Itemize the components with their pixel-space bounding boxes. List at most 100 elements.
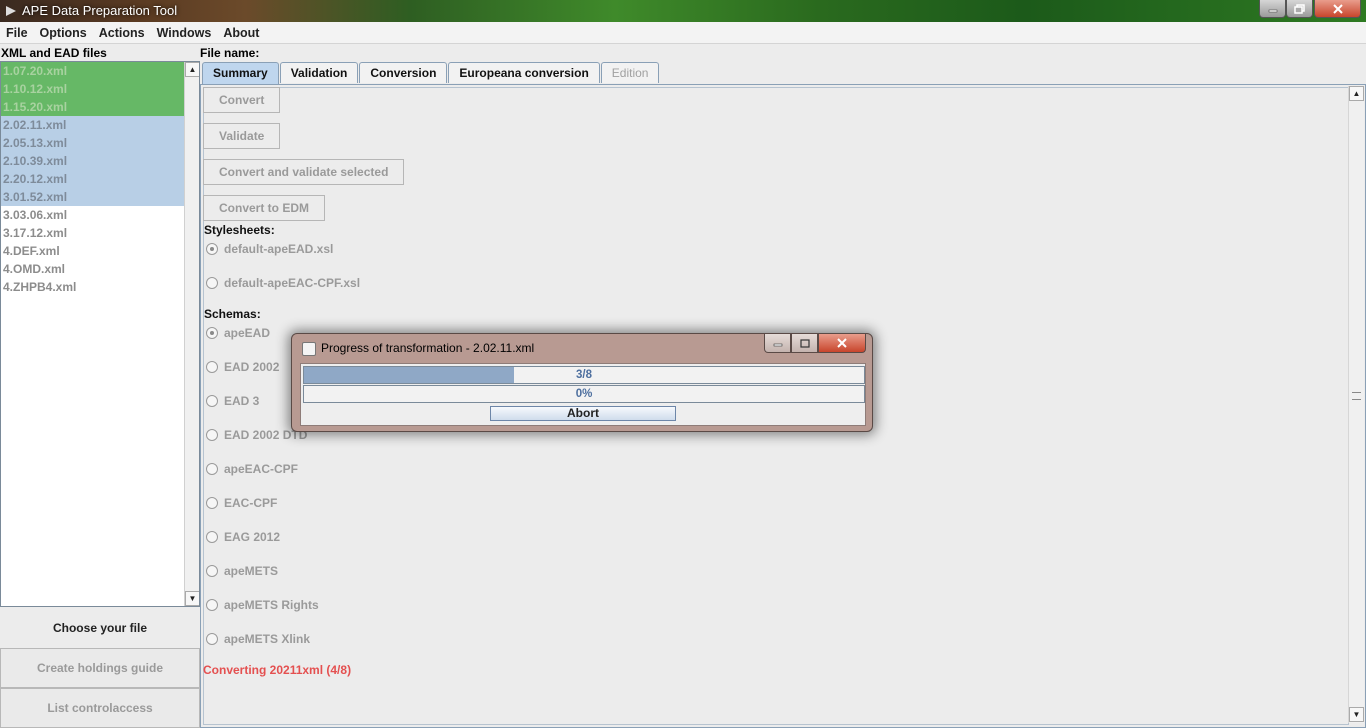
conversion-status-text: Converting 20211xml (4/8) [203,663,352,677]
close-icon [1332,3,1343,14]
tab-conversion[interactable]: Conversion [359,62,448,83]
overall-progress-bar: 3/8 [303,366,865,384]
radio-icon [206,599,218,611]
dialog-minimize-button[interactable] [764,334,791,353]
file-list[interactable]: 1.07.20.xml 1.10.12.xml 1.15.20.xml 2.02.11… [0,61,200,607]
stylesheet-label: default-apeEAD.xsl [224,242,334,256]
schema-option[interactable]: EAD 2002 [206,360,279,374]
radio-icon [206,277,218,289]
menu-actions[interactable]: Actions [93,26,151,40]
menu-windows[interactable]: Windows [151,26,218,40]
stylesheets-label: Stylesheets: [204,223,275,237]
summary-scroll-up-icon[interactable]: ▲ [1349,86,1364,101]
abort-button[interactable]: Abort [490,406,676,421]
schema-label: EAD 2002 [224,360,280,374]
schema-option[interactable]: apeMETS Rights [206,598,319,612]
schema-label: apeMETS [224,564,279,578]
close-button[interactable] [1314,0,1361,18]
file-progress-bar: 0% [303,385,865,403]
radio-checked-icon [206,243,218,255]
close-icon [837,338,847,348]
summary-scroll-down-icon[interactable]: ▼ [1349,707,1364,722]
menu-options[interactable]: Options [34,26,93,40]
menu-bar: File Options Actions Windows About [0,22,1366,44]
dialog-title: Progress of transformation - 2.02.11.xml [321,341,535,355]
file-rows: 1.07.20.xml 1.10.12.xml 1.15.20.xml 2.02.11… [1,62,199,296]
radio-icon [206,395,218,407]
validate-button[interactable]: Validate [203,123,281,149]
list-controlaccess-button[interactable]: List controlaccess [0,688,200,728]
minimize-icon [1268,9,1277,12]
file-list-item[interactable]: 2.20.12.xml [1,170,184,188]
schema-label: EAG 2012 [224,530,281,544]
tab-europeana-conversion[interactable]: Europeana conversion [448,62,600,83]
radio-icon [206,565,218,577]
java-icon [302,342,316,356]
stylesheet-option[interactable]: default-apeEAD.xsl [206,242,333,256]
schema-label: apeMETS Rights [224,598,319,612]
restore-icon [1294,3,1305,14]
menu-file[interactable]: File [0,26,34,40]
file-list-item[interactable]: 4.OMD.xml [1,260,184,278]
schema-option[interactable]: apeEAC-CPF [206,462,298,476]
radio-icon [206,429,218,441]
schema-option[interactable]: EAD 3 [206,394,259,408]
stylesheet-label: default-apeEAC-CPF.xsl [224,276,361,290]
file-list-item[interactable]: 4.DEF.xml [1,242,184,260]
summary-scrollbar[interactable]: ▲ ▼ [1348,86,1364,723]
file-list-item[interactable]: 4.ZHPB4.xml [1,278,184,296]
choose-file-button[interactable]: Choose your file [0,608,200,648]
dialog-maximize-button[interactable] [791,334,818,353]
scroll-grip-icon[interactable] [1352,392,1361,400]
progress-dialog: Progress of transformation - 2.02.11.xml… [291,333,873,432]
schema-option[interactable]: apeMETS [206,564,278,578]
radio-icon [206,497,218,509]
convert-button[interactable]: Convert [203,87,281,113]
file-progress-text: 0% [575,388,593,400]
file-list-scrollbar[interactable]: ▲ ▼ [184,62,199,606]
tab-edition[interactable]: Edition [600,62,660,83]
title-bar: APE Data Preparation Tool [0,0,1366,22]
files-panel-label: XML and EAD files [1,46,107,60]
schema-option[interactable]: apeEAD [206,326,270,340]
file-list-item[interactable]: 1.15.20.xml [1,98,184,116]
file-list-item[interactable]: 2.10.39.xml [1,152,184,170]
convert-validate-selected-button[interactable]: Convert and validate selected [203,159,405,185]
file-list-item[interactable]: 2.02.11.xml [1,116,184,134]
create-holdings-guide-button[interactable]: Create holdings guide [0,648,200,688]
minimize-button[interactable] [1259,0,1286,18]
restore-button[interactable] [1286,0,1313,18]
scroll-down-arrow-icon[interactable]: ▼ [185,591,199,606]
schema-option[interactable]: EAG 2012 [206,530,280,544]
radio-checked-icon [206,327,218,339]
schema-label: apeMETS Xlink [224,632,311,646]
tab-summary[interactable]: Summary [202,62,279,84]
file-list-item[interactable]: 2.05.13.xml [1,134,184,152]
tab-validation[interactable]: Validation [279,62,359,83]
tab-bar: Summary Validation Conversion Europeana … [202,62,660,84]
menu-about[interactable]: About [217,26,265,40]
overall-progress-text: 3/8 [576,369,592,381]
convert-to-edm-button[interactable]: Convert to EDM [203,195,325,221]
window-title: APE Data Preparation Tool [22,3,178,18]
file-list-item[interactable]: 3.03.06.xml [1,206,184,224]
dialog-body: 3/8 0% Abort [300,363,866,426]
radio-icon [206,463,218,475]
maximize-icon [799,338,810,348]
stylesheet-option[interactable]: default-apeEAC-CPF.xsl [206,276,360,290]
app-icon [6,6,16,16]
schema-label: apeEAD [224,326,271,340]
scroll-up-arrow-icon[interactable]: ▲ [185,62,199,77]
schema-label: EAC-CPF [224,496,278,510]
file-list-item[interactable]: 1.07.20.xml [1,62,184,80]
file-list-item[interactable]: 3.17.12.xml [1,224,184,242]
radio-icon [206,531,218,543]
schema-option[interactable]: apeMETS Xlink [206,632,310,646]
radio-icon [206,633,218,645]
file-list-item[interactable]: 1.10.12.xml [1,80,184,98]
radio-icon [206,361,218,373]
dialog-close-button[interactable] [818,334,866,353]
file-list-item[interactable]: 3.01.52.xml [1,188,184,206]
schema-option[interactable]: EAC-CPF [206,496,277,510]
schema-label: apeEAC-CPF [224,462,299,476]
